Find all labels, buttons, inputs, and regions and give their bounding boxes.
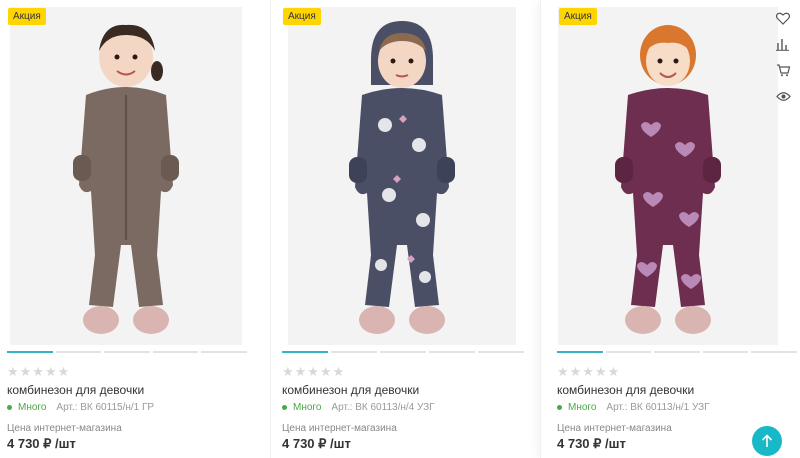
image-pagination-dot[interactable] (282, 351, 328, 353)
price-label: Цена интернет-магазина (557, 423, 672, 434)
stock-indicator-icon (282, 405, 287, 410)
stock-indicator-icon (7, 405, 12, 410)
arrow-up-icon (761, 434, 773, 447)
product-image[interactable] (10, 7, 242, 345)
product-card[interactable]: Акция ★★★★★ комбинезон для девочки Много… (540, 0, 800, 458)
child-in-suit-illustration (73, 24, 179, 334)
image-pagination-dot[interactable] (380, 351, 426, 353)
rating-stars: ★★★★★ (7, 364, 71, 379)
image-pagination[interactable] (557, 351, 797, 353)
image-pagination-dot[interactable] (702, 351, 749, 353)
image-pagination-dot[interactable] (7, 351, 53, 353)
product-sku: Арт.: ВК 60113/н/4 УЗГ (331, 402, 435, 413)
image-pagination-dot[interactable] (104, 351, 150, 353)
image-pagination[interactable] (282, 351, 524, 353)
quick-view-button[interactable] (772, 86, 794, 106)
price-label: Цена интернет-магазина (7, 423, 122, 434)
add-to-cart-button[interactable] (772, 60, 794, 80)
product-name[interactable]: комбинезон для девочки (7, 383, 144, 397)
price-label: Цена интернет-магазина (282, 423, 397, 434)
product-card[interactable]: Акция ★★★★★ комбинезон для девочки Много… (0, 0, 262, 458)
product-card[interactable]: Акция ★★★★★ комбинезон для девочки Много… (270, 0, 532, 458)
product-price: 4 730 ₽ /шт (7, 436, 76, 451)
image-pagination-dot[interactable] (201, 351, 247, 353)
child-in-suit-illustration (615, 25, 721, 334)
card-action-bar (772, 8, 796, 106)
product-meta: Много Арт.: ВК 60113/н/4 УЗГ (282, 402, 435, 413)
product-name[interactable]: комбинезон для девочки (557, 383, 694, 397)
compare-icon (776, 39, 789, 51)
stock-status: Много (18, 402, 47, 413)
image-pagination-dot[interactable] (605, 351, 652, 353)
stock-status: Много (568, 402, 597, 413)
product-meta: Много Арт.: ВК 60115/н/1 ГР (7, 402, 154, 413)
image-pagination-dot[interactable] (55, 351, 102, 353)
image-pagination-dot[interactable] (557, 351, 603, 353)
scroll-to-top-button[interactable] (752, 426, 782, 456)
image-pagination-dot[interactable] (429, 351, 475, 353)
product-sku: Арт.: ВК 60113/н/1 УЗГ (606, 402, 710, 413)
image-pagination-dot[interactable] (478, 351, 524, 353)
product-price: 4 730 ₽ /шт (282, 436, 351, 451)
product-image[interactable] (288, 7, 516, 345)
image-pagination-dot[interactable] (152, 351, 199, 353)
product-name[interactable]: комбинезон для девочки (282, 383, 419, 397)
eye-icon (775, 91, 791, 101)
rating-stars: ★★★★★ (282, 364, 346, 379)
add-to-favorites-button[interactable] (772, 8, 794, 28)
stock-status: Много (293, 402, 322, 413)
stock-indicator-icon (557, 405, 562, 410)
image-pagination-dot[interactable] (331, 351, 377, 353)
product-sku: Арт.: ВК 60115/н/1 ГР (56, 402, 155, 413)
heart-icon (776, 12, 790, 25)
image-pagination[interactable] (7, 351, 247, 353)
promo-badge: Акция (559, 8, 597, 25)
compare-button[interactable] (772, 34, 794, 54)
product-meta: Много Арт.: ВК 60113/н/1 УЗГ (557, 402, 710, 413)
basket-icon (776, 64, 790, 77)
product-image[interactable] (558, 7, 778, 345)
rating-stars: ★★★★★ (557, 364, 621, 379)
product-price: 4 730 ₽ /шт (557, 436, 626, 451)
child-in-suit-illustration (349, 21, 455, 334)
promo-badge: Акция (8, 8, 46, 25)
image-pagination-dot[interactable] (654, 351, 700, 353)
image-pagination-dot[interactable] (751, 351, 797, 353)
promo-badge: Акция (283, 8, 321, 25)
